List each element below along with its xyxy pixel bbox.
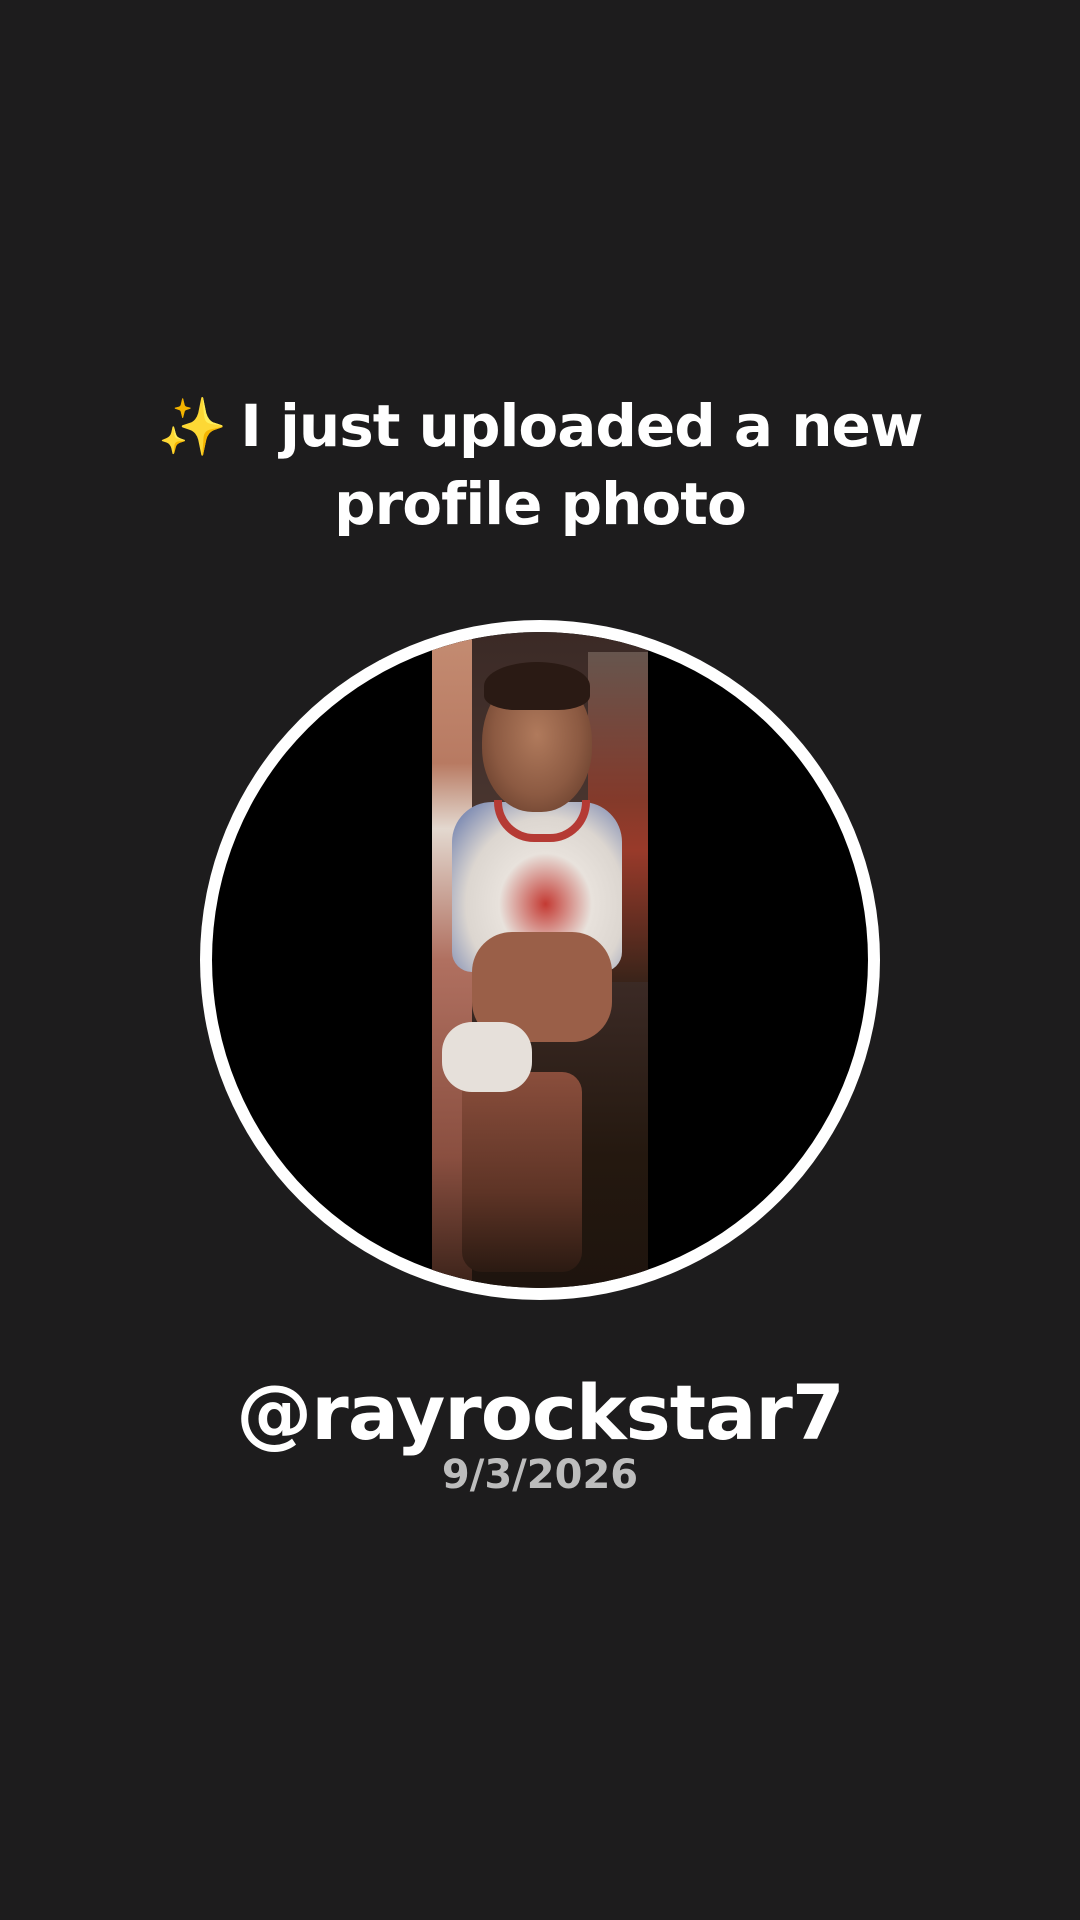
photo-child-hair [484, 662, 590, 710]
screen: ✨ I just uploaded a new profile photo @ra… [0, 0, 1080, 1920]
headline-line-1: I just uploaded a new [240, 392, 923, 460]
photo-child-diaper [442, 1022, 532, 1092]
avatar-ring [200, 620, 880, 1300]
profile-photo[interactable] [212, 632, 868, 1288]
headline-line-2: profile photo [334, 470, 747, 538]
photo-image [432, 632, 648, 1288]
username[interactable]: @rayrockstar7 [140, 1368, 940, 1458]
photo-child-legs [462, 1072, 582, 1272]
headline: ✨ I just uploaded a new profile photo [140, 388, 940, 542]
upload-date: 9/3/2026 [441, 1452, 639, 1498]
sparkles-icon: ✨ [157, 395, 228, 460]
